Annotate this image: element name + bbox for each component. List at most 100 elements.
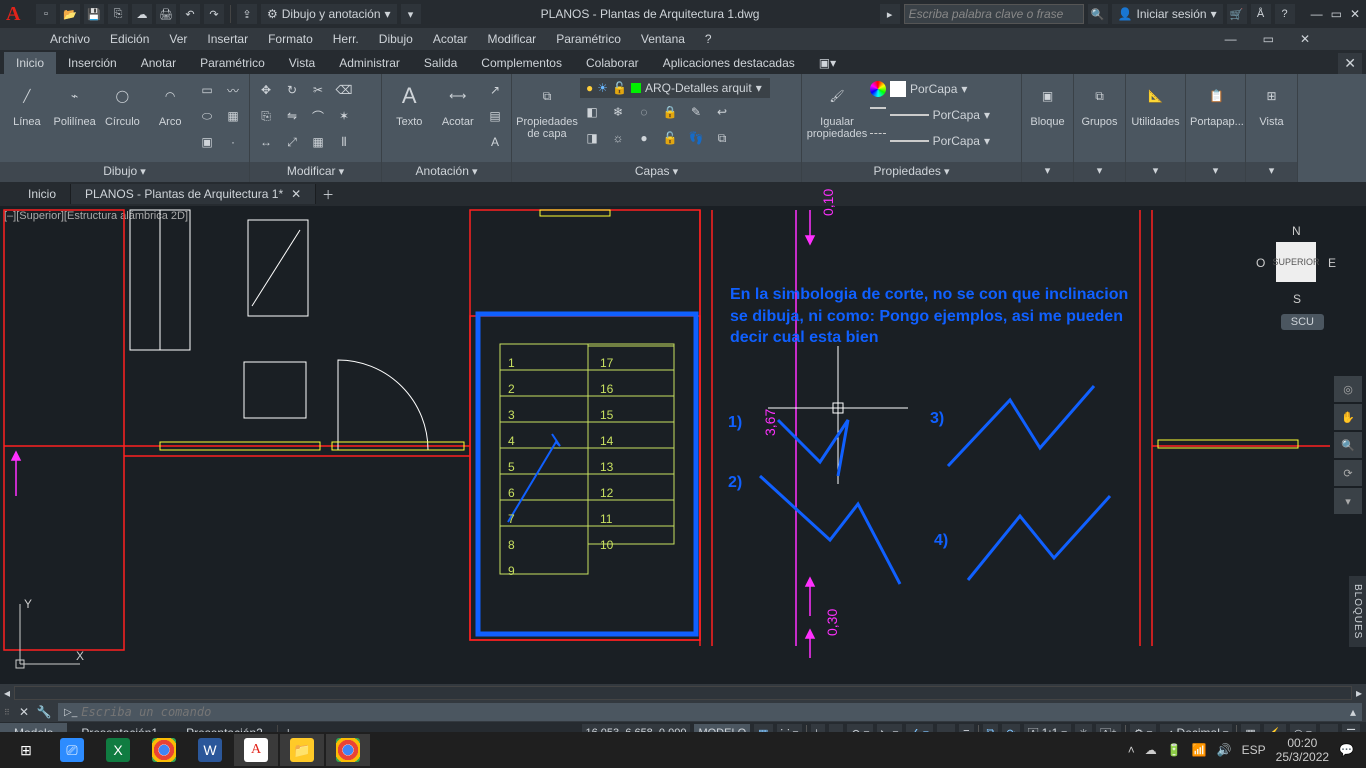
- taskbar-chrome2-icon[interactable]: [326, 734, 370, 766]
- new-doc-tab-button[interactable]: ＋: [316, 186, 340, 203]
- menu-acotar[interactable]: Acotar: [423, 30, 478, 48]
- tool-fillet-icon[interactable]: ⌒: [306, 104, 330, 128]
- tool-offset-icon[interactable]: ⫴: [332, 130, 356, 154]
- drawing-canvas[interactable]: [–][Superior][Estructura alámbrica 2D]: [0, 206, 1366, 684]
- panel-label-utilidades[interactable]: ▾: [1126, 162, 1185, 182]
- tool-mtext-icon[interactable]: A: [483, 130, 507, 154]
- signin-button[interactable]: 👤 Iniciar sesión ▾: [1112, 4, 1223, 24]
- tray-cloud-icon[interactable]: ☁: [1145, 743, 1157, 757]
- viewcube-east[interactable]: E: [1328, 256, 1336, 270]
- taskbar-word-icon[interactable]: W: [188, 734, 232, 766]
- taskbar-chrome-icon[interactable]: [142, 734, 186, 766]
- tool-acotar[interactable]: ⟷Acotar: [435, 76, 482, 128]
- tray-volume-icon[interactable]: 🔊: [1217, 743, 1232, 757]
- tool-vista[interactable]: ⊞Vista: [1250, 76, 1293, 128]
- tray-chevron-icon[interactable]: ˄: [1128, 743, 1135, 757]
- layer-lock-icon[interactable]: 🔒: [658, 100, 682, 124]
- qat-more-icon[interactable]: ▾: [401, 4, 421, 24]
- menu-ver[interactable]: Ver: [159, 30, 197, 48]
- tab-inicio[interactable]: Inicio: [4, 52, 56, 74]
- menu-insertar[interactable]: Insertar: [197, 30, 258, 48]
- qat-new-icon[interactable]: ▫: [36, 4, 56, 24]
- hscroll-bar[interactable]: ◂ ▸: [0, 684, 1366, 702]
- menu-formato[interactable]: Formato: [258, 30, 323, 48]
- command-input-wrap[interactable]: ▷_ ▴: [58, 703, 1362, 721]
- tool-hatch-icon[interactable]: ▦: [221, 104, 245, 128]
- qat-redo-icon[interactable]: ↷: [204, 4, 224, 24]
- layer-freeze-icon[interactable]: ❄: [606, 100, 630, 124]
- tab-parametrico[interactable]: Paramétrico: [188, 52, 277, 74]
- tool-leader-icon[interactable]: ↗: [483, 78, 507, 102]
- start-button[interactable]: ⊞: [4, 734, 48, 766]
- tool-erase-icon[interactable]: ⌫: [332, 78, 356, 102]
- linetype-dropdown[interactable]: PorCapa▾: [870, 130, 990, 152]
- tool-copy-icon[interactable]: ⎘: [254, 104, 278, 128]
- nav-pan-icon[interactable]: ✋: [1334, 404, 1362, 430]
- tool-point-icon[interactable]: ·: [221, 130, 245, 154]
- menu-modificar[interactable]: Modificar: [478, 30, 547, 48]
- tool-bloque[interactable]: ▣Bloque: [1026, 76, 1069, 128]
- search-arrow-icon[interactable]: ▸: [880, 4, 900, 24]
- layer-on-icon[interactable]: ●: [632, 126, 656, 150]
- hscroll-track[interactable]: [14, 686, 1352, 700]
- tool-explode-icon[interactable]: ✶: [332, 104, 356, 128]
- panel-label-vista[interactable]: ▾: [1246, 162, 1297, 182]
- tab-vista[interactable]: Vista: [277, 52, 327, 74]
- tool-stretch-icon[interactable]: ↔: [254, 130, 278, 154]
- tray-notifications-icon[interactable]: 💬: [1339, 743, 1354, 757]
- hscroll-right-icon[interactable]: ▸: [1352, 686, 1366, 700]
- help-search-input[interactable]: Escriba palabra clave o frase: [904, 4, 1084, 24]
- layer-state-icon[interactable]: ⧉: [710, 126, 734, 150]
- taskbar-explorer-icon[interactable]: 📁: [280, 734, 324, 766]
- tool-ellipse-icon[interactable]: ⬭: [195, 104, 219, 128]
- viewcube-south[interactable]: S: [1293, 292, 1301, 306]
- cmd-history-icon[interactable]: ▴: [1350, 705, 1356, 719]
- color-dropdown[interactable]: PorCapa▾: [870, 78, 990, 100]
- cmd-drag-handle-icon[interactable]: ⠿: [4, 708, 14, 717]
- nav-zoom-icon[interactable]: 🔍: [1334, 432, 1362, 458]
- tab-insercion[interactable]: Inserción: [56, 52, 129, 74]
- cmd-customize-icon[interactable]: 🔧: [35, 703, 53, 721]
- layer-off-icon[interactable]: ◌: [632, 100, 656, 124]
- menu-herr[interactable]: Herr.: [323, 30, 369, 48]
- tray-battery-icon[interactable]: 🔋: [1167, 743, 1182, 757]
- doc-tab-planos[interactable]: PLANOS - Plantas de Arquitectura 1*✕: [71, 184, 316, 204]
- blocks-palette-tab[interactable]: BLOQUES: [1349, 576, 1366, 647]
- tool-scale-icon[interactable]: ⤢: [280, 130, 304, 154]
- layer-thaw-icon[interactable]: ☼: [606, 126, 630, 150]
- tool-rect-icon[interactable]: ▭: [195, 78, 219, 102]
- layer-match-icon[interactable]: ✎: [684, 100, 708, 124]
- viewcube-west[interactable]: O: [1256, 256, 1265, 270]
- panel-label-anotacion[interactable]: Anotación ▾: [382, 162, 511, 182]
- maximize-button[interactable]: ▭: [1331, 7, 1342, 21]
- tool-region-icon[interactable]: ▣: [195, 130, 219, 154]
- qat-share-icon[interactable]: ⇪: [237, 4, 257, 24]
- tool-utilidades[interactable]: 📐Utilidades: [1130, 76, 1181, 128]
- cart-icon[interactable]: 🛒: [1227, 4, 1247, 24]
- minimize-button[interactable]: —: [1311, 7, 1323, 21]
- tool-mirror-icon[interactable]: ⇋: [280, 104, 304, 128]
- hscroll-left-icon[interactable]: ◂: [0, 686, 14, 700]
- tool-grupos[interactable]: ⧉Grupos: [1078, 76, 1121, 128]
- panel-label-modificar[interactable]: Modificar ▾: [250, 162, 381, 182]
- menu-edicion[interactable]: Edición: [100, 30, 159, 48]
- tray-clock[interactable]: 00:2025/3/2022: [1276, 736, 1329, 765]
- qat-undo-icon[interactable]: ↶: [180, 4, 200, 24]
- taskbar-zoom-icon[interactable]: ⎚: [50, 734, 94, 766]
- tray-lang[interactable]: ESP: [1242, 743, 1266, 757]
- tab-anotar[interactable]: Anotar: [129, 52, 188, 74]
- panel-label-propiedades[interactable]: Propiedades ▾: [802, 162, 1021, 182]
- qat-save-icon[interactable]: 💾: [84, 4, 104, 24]
- view-cube[interactable]: N S E O SUPERIOR: [1258, 224, 1334, 300]
- tool-rotate-icon[interactable]: ↻: [280, 78, 304, 102]
- doc-tab-start[interactable]: Inicio: [14, 184, 71, 204]
- panel-label-bloque[interactable]: ▾: [1022, 162, 1073, 182]
- menu-dibujo[interactable]: Dibujo: [369, 30, 423, 48]
- layer-uniso-icon[interactable]: ◨: [580, 126, 604, 150]
- panel-label-dibujo[interactable]: Dibujo ▾: [0, 162, 249, 182]
- a360-icon[interactable]: Å: [1251, 4, 1271, 24]
- viewcube-north[interactable]: N: [1292, 224, 1301, 238]
- tool-circulo[interactable]: ◯Círculo: [100, 76, 146, 128]
- qat-plot-icon[interactable]: 🖨: [156, 4, 176, 24]
- nav-wheel-icon[interactable]: ◎: [1334, 376, 1362, 402]
